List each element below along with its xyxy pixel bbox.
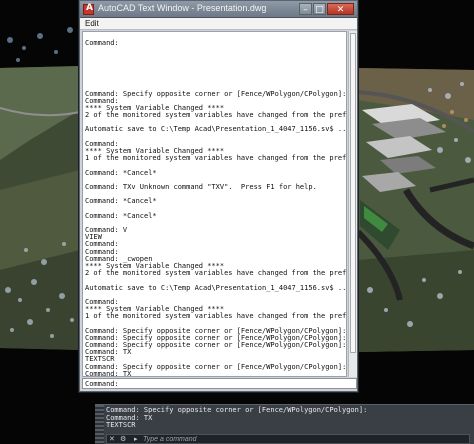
text-window-command-line[interactable]: Command: — [82, 378, 357, 389]
window-title: AutoCAD Text Window - Presentation.dwg — [98, 3, 267, 13]
text-window-titlebar[interactable]: AutoCAD Text Window - Presentation.dwg –… — [80, 1, 357, 18]
history-line: 1 of the monitored system variables have… — [85, 154, 347, 163]
history-line: 1 of the monitored system variables have… — [85, 312, 347, 321]
history-line — [85, 62, 346, 69]
minimize-button[interactable]: – — [299, 3, 312, 15]
command-line-history: Command: Specify opposite corner or [Fen… — [106, 406, 367, 430]
command-history-pane[interactable]: Command: Command: Specify opposite corner… — [82, 31, 347, 377]
history-line — [85, 33, 346, 40]
history-line: Automatic save to C:\Temp Acad\Presentat… — [85, 125, 347, 134]
history-line — [85, 76, 346, 83]
scrollbar-thumb[interactable] — [350, 33, 356, 353]
history-line: Command: TX — [85, 348, 132, 357]
history-line: Command: *Cancel* — [85, 197, 157, 206]
history-line: Command: V — [85, 226, 128, 235]
vertical-scrollbar[interactable] — [348, 31, 357, 377]
history-line: Automatic save to C:\Temp Acad\Presentat… — [85, 283, 347, 292]
command-line-history-line: TEXTSCR — [106, 421, 136, 429]
command-line-panel: Command: Specify opposite corner or [Fen… — [95, 404, 474, 444]
history-line: Command: TX — [85, 369, 132, 377]
close-button[interactable]: ✕ — [327, 3, 354, 15]
close-icon[interactable]: ✕ — [109, 434, 115, 444]
history-line: Command: Specify opposite corner or [Fen… — [85, 89, 347, 98]
history-line: Command: *Cancel* — [85, 211, 157, 220]
history-line — [85, 55, 346, 62]
menu-item-edit[interactable]: Edit — [85, 18, 99, 30]
history-line: 2 of the monitored system variables have… — [85, 111, 347, 120]
autocad-app-icon — [83, 3, 94, 15]
command-line-history-line: Command: TX — [106, 413, 153, 422]
command-prompt-icon: ▸ — [134, 435, 138, 443]
history-line: Command: TXv Unknown command "TXV". Pres… — [85, 182, 317, 191]
panel-grip-icon[interactable] — [95, 405, 104, 444]
command-prompt: Command: — [85, 380, 119, 388]
history-line — [85, 69, 346, 76]
history-line: 2 of the monitored system variables have… — [85, 269, 347, 278]
text-window[interactable]: AutoCAD Text Window - Presentation.dwg –… — [79, 0, 358, 392]
command-input-row: ✕ ⚙ ▸ — [106, 434, 470, 444]
command-history-list: Command: Command: Specify opposite corner… — [83, 32, 347, 377]
history-line — [85, 47, 346, 54]
history-line: Command: *Cancel* — [85, 168, 157, 177]
history-line — [85, 134, 346, 141]
menu-bar: Edit — [80, 18, 357, 30]
command-input[interactable] — [143, 435, 463, 443]
history-line: Command: — [85, 240, 119, 249]
history-line — [85, 292, 346, 299]
history-line: VIEW — [85, 233, 102, 242]
maximize-button[interactable]: □ — [313, 3, 326, 15]
history-line: Command: — [85, 39, 119, 48]
customize-icon[interactable]: ⚙ — [120, 434, 126, 444]
